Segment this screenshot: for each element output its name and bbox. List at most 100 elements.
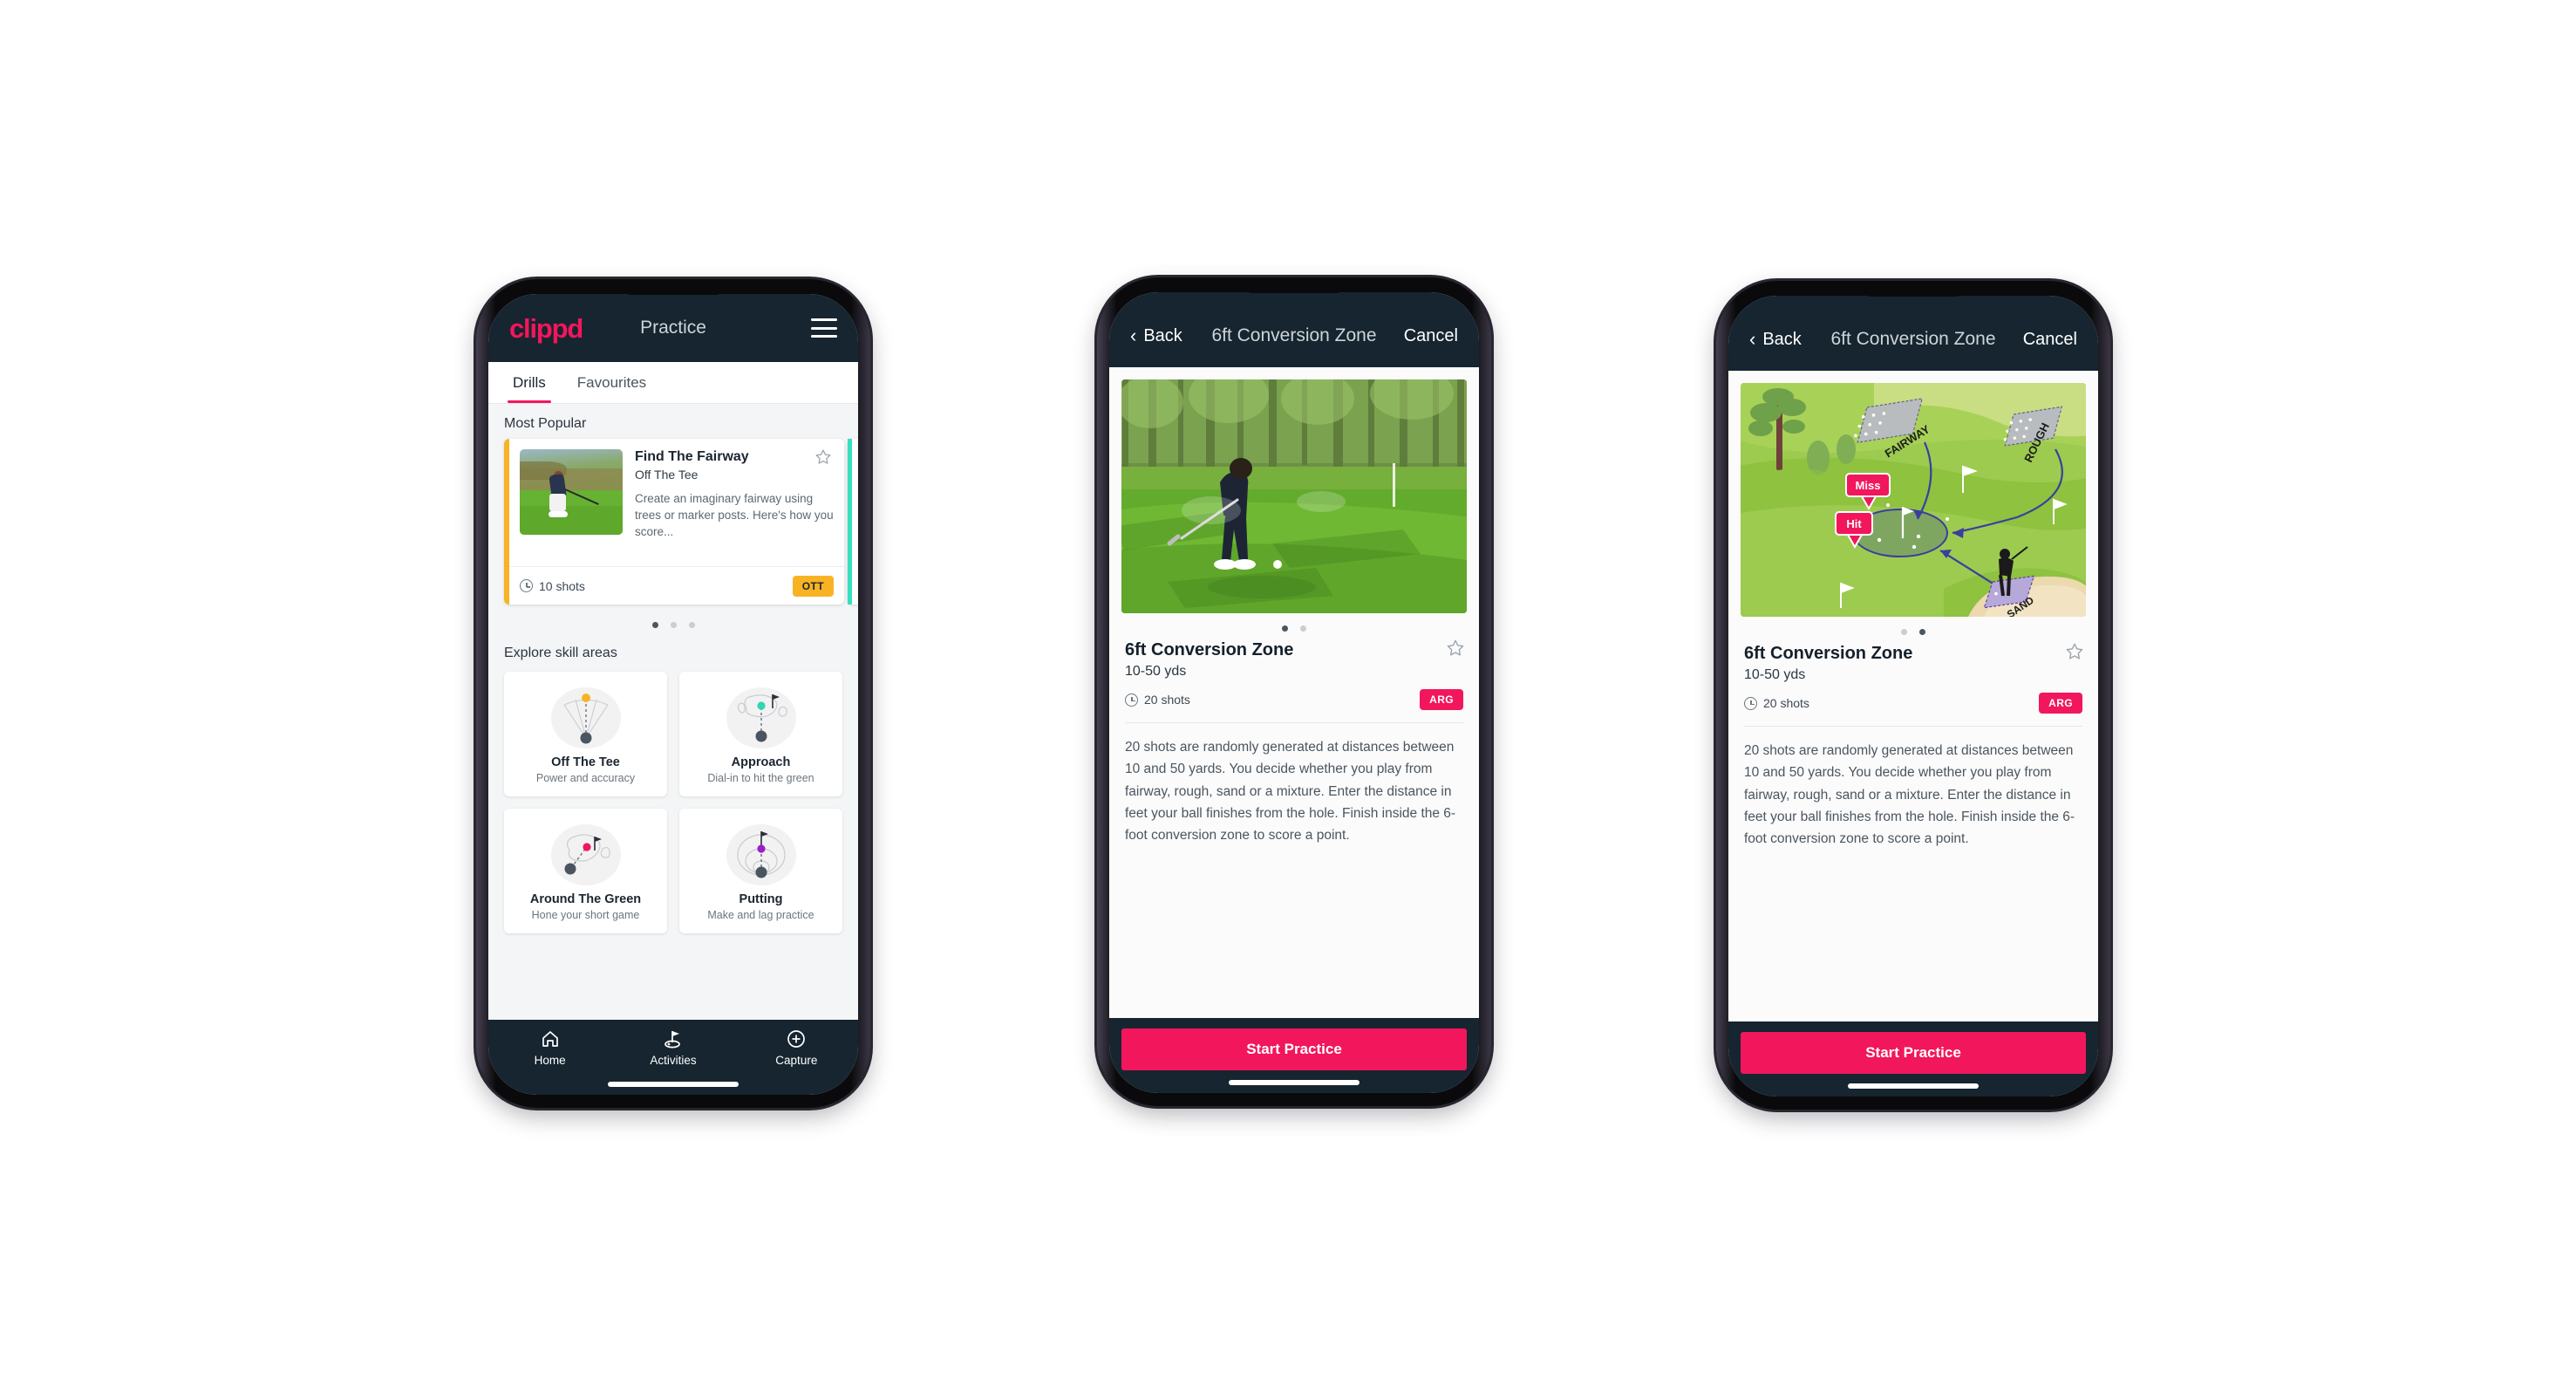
carousel-dot[interactable] [670,622,677,628]
carousel-dot[interactable] [1300,625,1306,632]
drill-meta-row: 20 shots ARG [1125,689,1463,710]
tee-fan-icon [511,684,660,752]
skill-card-around-the-green[interactable]: Around The Green Hone your short game [504,809,667,933]
next-drill-card-peek[interactable] [848,439,858,605]
skill-desc: Dial-in to hit the green [707,772,814,784]
practice-content: Most Popular Find The Fairway Off The Te… [488,404,858,1020]
skill-desc: Hone your short game [531,909,640,921]
hero-photo[interactable] [1121,379,1467,613]
skill-card-putting[interactable]: Putting Make and lag practice [679,809,842,933]
skill-name: Around The Green [529,892,642,906]
tab-drills[interactable]: Drills [497,362,562,403]
app-header: ‹ Back 6ft Conversion Zone Cancel [1728,296,2098,371]
back-label: Back [1143,325,1182,345]
star-outline-icon[interactable] [814,448,832,466]
carousel-dot[interactable] [651,622,658,628]
plus-circle-icon [787,1030,806,1048]
bottom-nav-label: Home [534,1054,566,1067]
carousel-dots[interactable] [488,610,858,633]
clock-icon [1744,696,1757,710]
drill-shots-label: 10 shots [539,578,585,593]
back-button[interactable]: ‹ Back [1130,326,1182,346]
drill-distance: 10-50 yds [1125,664,1187,679]
start-practice-button[interactable]: Start Practice [1121,1028,1467,1070]
skill-name: Off The Tee [551,755,620,769]
app-header: ‹ Back 6ft Conversion Zone Cancel [1109,292,1479,367]
drill-detail-content: 6ft Conversion Zone 10-50 yds 20 shots A… [1109,367,1479,1018]
phone-notch [1242,279,1346,293]
drill-description: 20 shots are randomly generated at dista… [1125,740,1456,843]
carousel-dot[interactable] [688,622,695,628]
skill-card-off-the-tee[interactable]: Off The Tee Power and accuracy [504,672,667,796]
drill-description: Create an imaginary fairway using trees … [635,492,834,539]
drill-skill-badge: ARG [1420,689,1463,710]
drill-detail-header: 6ft Conversion Zone 10-50 yds 20 shots A… [1109,637,1479,710]
svg-text:Miss: Miss [1856,479,1881,492]
home-indicator [1229,1080,1360,1085]
drill-shots-label: 20 shots [1144,693,1190,707]
skill-name: Approach [731,755,791,769]
phone-notch [621,281,726,295]
star-outline-icon[interactable] [1446,639,1465,658]
clock-icon [520,579,533,592]
hero-diagram[interactable]: FAIRWAY ROUGH SAND Miss Hit [1741,383,2086,617]
start-practice-button[interactable]: Start Practice [1741,1032,2086,1074]
app-header: clippd Practice [488,294,858,362]
home-indicator [1848,1083,1979,1089]
drill-shots: 20 shots [1125,693,1190,707]
drill-detail-header: 6ft Conversion Zone 10-50 yds 20 shots A… [1728,640,2098,714]
star-outline-icon[interactable] [2065,642,2084,661]
phone-drill-detail-photo: ‹ Back 6ft Conversion Zone Cancel 6ft Co… [1097,277,1491,1106]
tab-bar: Drills Favourites [488,362,858,404]
drill-name: Find The Fairway [635,449,749,464]
screen-drill-detail-photo: ‹ Back 6ft Conversion Zone Cancel 6ft Co… [1109,292,1479,1093]
clock-icon [1125,693,1138,707]
drill-card[interactable]: Find The Fairway Off The Tee Create an i… [504,439,844,605]
drill-detail-content: FAIRWAY ROUGH SAND Miss Hit 6ft Conversi… [1728,371,2098,1021]
tab-favourites[interactable]: Favourites [562,362,662,403]
skill-name: Putting [739,892,783,906]
drill-distance: 10-50 yds [1744,667,1806,682]
drill-meta-row: 20 shots ARG [1744,693,2082,714]
bottom-nav-label: Activities [650,1054,697,1067]
back-label: Back [1762,329,1802,349]
carousel-dots[interactable] [1728,617,2098,640]
around-green-icon [511,821,660,889]
clippd-logo[interactable]: clippd [509,315,583,342]
cancel-button[interactable]: Cancel [2023,330,2077,350]
hamburger-icon[interactable] [811,318,837,338]
drill-shots: 20 shots [1744,696,1809,710]
carousel-dot[interactable] [1901,629,1907,635]
putting-rings-icon [686,821,835,889]
cta-footer: Start Practice [1728,1021,2098,1097]
screen-drill-detail-diagram: ‹ Back 6ft Conversion Zone Cancel FAIRWA… [1728,296,2098,1097]
chevron-left-icon: ‹ [1130,325,1137,346]
phone-notch [1861,283,1966,297]
home-indicator [608,1082,739,1087]
phone-practice-list: clippd Practice Drills Favourites Most P… [476,279,870,1108]
drill-skill-badge: OTT [792,575,834,597]
cancel-button[interactable]: Cancel [1404,326,1458,346]
skill-card-approach[interactable]: Approach Dial-in to hit the green [679,672,842,796]
bottom-nav-label: Capture [775,1054,818,1067]
carousel-dot[interactable] [1919,629,1925,635]
drill-shots: 10 shots [520,579,585,593]
drill-title: 6ft Conversion Zone [1744,644,1913,663]
carousel-dot[interactable] [1282,625,1288,632]
explore-skill-areas-heading: Explore skill areas [504,646,617,660]
screen-practice-list: clippd Practice Drills Favourites Most P… [488,294,858,1095]
svg-text:Hit: Hit [1846,517,1862,530]
bottom-navigation: Home Activities Capture [488,1020,858,1095]
carousel-dots[interactable] [1109,613,1479,637]
cta-footer: Start Practice [1109,1018,1479,1093]
drill-skill-badge: ARG [2039,693,2082,714]
bottom-nav-activities[interactable]: Activities [611,1028,734,1067]
screenshot-canvas: clippd Practice Drills Favourites Most P… [0,0,2576,1387]
drill-carousel[interactable]: Find The Fairway Off The Tee Create an i… [488,439,858,610]
golf-flag-icon [664,1031,680,1049]
drill-thumbnail [520,449,623,535]
bottom-nav-capture[interactable]: Capture [735,1028,858,1067]
home-icon [542,1031,558,1047]
back-button[interactable]: ‹ Back [1749,330,1802,350]
bottom-nav-home[interactable]: Home [488,1028,611,1067]
